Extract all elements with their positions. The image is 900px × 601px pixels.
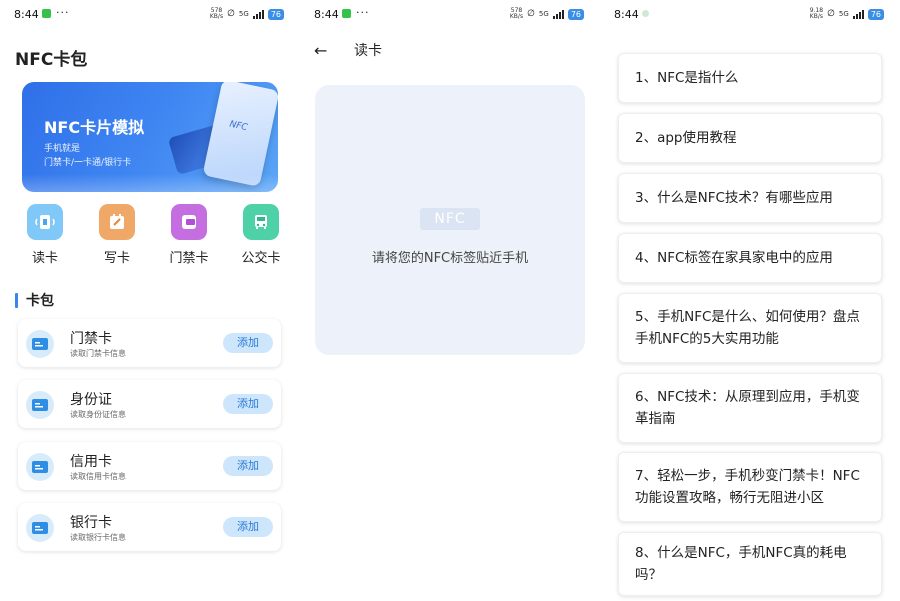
card-icon — [26, 514, 54, 542]
message-app-icon — [342, 9, 351, 18]
add-button[interactable]: 添加 — [223, 333, 273, 353]
signal-icon — [852, 9, 864, 19]
faq-item[interactable]: 6、NFC技术：从原理到应用，手机变 革指南 — [618, 373, 882, 443]
door-card-icon — [171, 204, 207, 240]
card-icon — [26, 391, 54, 419]
bus-icon — [243, 204, 279, 240]
page-title: 读卡 — [354, 43, 382, 59]
top-bar: ← 读卡 — [314, 40, 382, 60]
banner-subtitle-2: 门禁卡/一卡通/银行卡 — [44, 158, 132, 168]
faq-item[interactable]: 2、app使用教程 — [618, 113, 882, 163]
more-notifications-icon: ··· — [56, 6, 70, 19]
banner-subtitle-1: 手机就是 — [44, 144, 81, 154]
add-button[interactable]: 添加 — [223, 517, 273, 537]
card-name: 身份证 — [70, 392, 112, 408]
card-item-door[interactable]: 门禁卡 读取门禁卡信息 添加 — [18, 319, 281, 367]
add-button[interactable]: 添加 — [223, 456, 273, 476]
faq-item[interactable]: 3、什么是NFC技术？有哪些应用 — [618, 173, 882, 223]
faq-title: 6、NFC技术：从原理到应用，手机变 革指南 — [635, 389, 860, 427]
card-description: 读取银行卡信息 — [70, 533, 126, 542]
faq-item[interactable]: 8、什么是NFC，手机NFC真的耗电 吗？ — [618, 532, 882, 596]
card-name: 门禁卡 — [70, 331, 112, 347]
card-description: 读取门禁卡信息 — [70, 349, 126, 358]
shortcut-label: 读卡 — [31, 251, 58, 266]
page-title: NFC卡包 — [15, 50, 88, 70]
shortcut-label: 门禁卡 — [169, 251, 209, 266]
write-card-icon — [99, 204, 135, 240]
faq-title: 1、NFC是指什么 — [635, 70, 739, 86]
mute-icon: ∅ — [227, 9, 235, 19]
status-time: 8:44 — [614, 8, 639, 21]
card-name: 银行卡 — [70, 515, 112, 531]
banner-title: NFC卡片模拟 — [44, 118, 145, 137]
phone-nfc-label: NFC — [228, 119, 249, 134]
network-type: 5G — [538, 10, 549, 18]
faq-item[interactable]: 4、NFC标签在家具家电中的应用 — [618, 233, 882, 283]
card-icon — [26, 453, 54, 481]
shortcut-label: 公交卡 — [241, 251, 281, 266]
network-type: 5G — [238, 10, 249, 18]
battery-icon: 76 — [867, 8, 884, 20]
faq-item[interactable]: 1、NFC是指什么 — [618, 53, 882, 103]
card-icon — [26, 330, 54, 358]
faq-title: 7、轻松一步，手机秒变门禁卡！NFC 功能设置攻略，畅行无阻进小区 — [635, 468, 860, 506]
nfc-logo: NFC — [420, 208, 480, 230]
shortcut-door-card[interactable]: 门禁卡 — [162, 204, 216, 266]
card-description: 读取身份证信息 — [70, 410, 126, 419]
status-time: 8:44 — [314, 8, 339, 21]
mute-icon: ∅ — [527, 9, 535, 19]
card-name: 信用卡 — [70, 454, 112, 470]
shortcut-bus-card[interactable]: 公交卡 — [234, 204, 288, 266]
network-type: 5G — [838, 10, 849, 18]
faq-item[interactable]: 5、手机NFC是什么、如何使用？盘点 手机NFC的5大实用功能 — [618, 293, 882, 363]
back-arrow-icon[interactable]: ← — [314, 41, 338, 60]
faq-screen: 8:44 9.18 KB/s ∅ 5G 76 1、NFC是指什么 2、app使用教… — [600, 0, 900, 601]
message-app-icon — [42, 9, 51, 18]
battery-icon: 76 — [567, 8, 584, 20]
section-accent-bar — [15, 292, 18, 308]
shortcut-grid: 读卡 写卡 门禁卡 公交卡 — [18, 204, 288, 266]
faq-title: 2、app使用教程 — [635, 130, 737, 146]
shortcut-label: 写卡 — [103, 251, 130, 266]
section-header-wallet: 卡包 — [15, 290, 54, 310]
card-item-credit[interactable]: 信用卡 读取信用卡信息 添加 — [18, 442, 281, 490]
more-notifications-icon: ··· — [356, 6, 370, 19]
nfc-simulation-banner[interactable]: NFC卡片模拟 手机就是 门禁卡/一卡通/银行卡 NFC — [22, 82, 278, 192]
status-time: 8:44 — [14, 8, 39, 21]
read-hint: 请将您的NFC标签贴近手机 — [371, 251, 529, 266]
card-item-id[interactable]: 身份证 读取身份证信息 添加 — [18, 380, 281, 428]
faq-title: 4、NFC标签在家具家电中的应用 — [635, 250, 833, 266]
faq-title: 5、手机NFC是什么、如何使用？盘点 手机NFC的5大实用功能 — [635, 309, 860, 347]
signal-icon — [552, 9, 564, 19]
faq-item[interactable]: 7、轻松一步，手机秒变门禁卡！NFC 功能设置攻略，畅行无阻进小区 — [618, 452, 882, 522]
signal-icon — [252, 9, 264, 19]
network-speed: 578 KB/s — [209, 7, 224, 20]
status-bar: 8:44 9.18 KB/s ∅ 5G 76 — [600, 0, 900, 28]
network-speed: 578 KB/s — [509, 7, 524, 20]
phone-illustration: NFC — [202, 82, 278, 187]
read-card-screen: 8:44 ··· 578 KB/s ∅ 5G 76 ← 读卡 NFC 请将您的NF… — [300, 0, 600, 601]
nfc-wallet-screen: 8:44 ··· 578 KB/s ∅ 5G 76 NFC卡包 NFC卡片模拟 手… — [0, 0, 300, 601]
card-description: 读取信用卡信息 — [70, 472, 126, 481]
card-item-bank[interactable]: 银行卡 读取银行卡信息 添加 — [18, 503, 281, 551]
shortcut-read-card[interactable]: 读卡 — [18, 204, 72, 266]
mute-icon: ∅ — [827, 9, 835, 19]
faq-title: 3、什么是NFC技术？有哪些应用 — [635, 190, 833, 206]
nfc-read-icon — [27, 204, 63, 240]
shortcut-write-card[interactable]: 写卡 — [90, 204, 144, 266]
faq-title: 8、什么是NFC，手机NFC真的耗电 吗？ — [635, 545, 847, 583]
status-bar: 8:44 ··· 578 KB/s ∅ 5G 76 — [0, 0, 300, 28]
section-title: 卡包 — [26, 293, 54, 309]
battery-icon: 76 — [267, 8, 284, 20]
status-dot-icon — [642, 10, 649, 17]
network-speed: 9.18 KB/s — [809, 7, 824, 20]
nfc-read-area: NFC 请将您的NFC标签贴近手机 — [315, 85, 585, 355]
status-bar: 8:44 ··· 578 KB/s ∅ 5G 76 — [300, 0, 600, 28]
add-button[interactable]: 添加 — [223, 394, 273, 414]
